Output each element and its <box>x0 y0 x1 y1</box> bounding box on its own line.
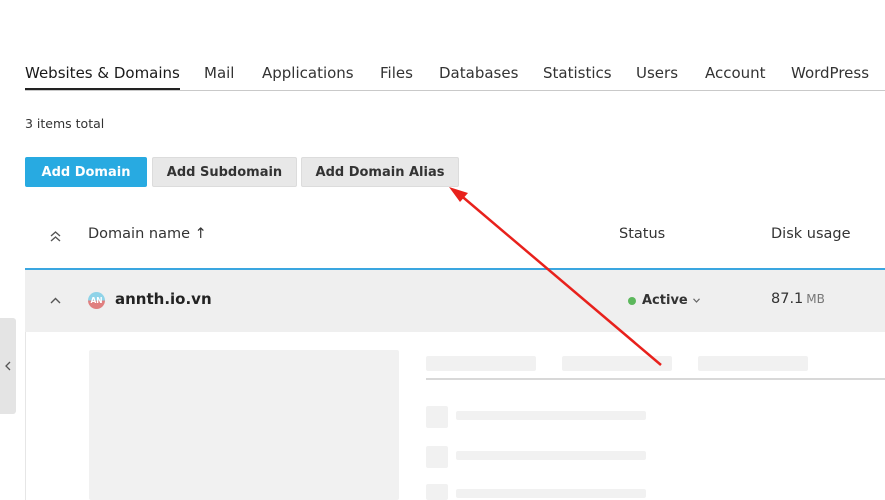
disk-usage-unit: MB <box>806 292 825 306</box>
placeholder-tab <box>562 356 672 371</box>
table-header: Domain name ↑ Status Disk usage <box>25 216 885 256</box>
table-row[interactable]: AN annth.io.vn Active 87.1 MB <box>25 268 885 332</box>
status-dot-icon <box>628 296 636 305</box>
sidebar-toggle[interactable] <box>0 318 16 414</box>
tab-wordpress[interactable]: WordPress <box>791 64 869 89</box>
tab-mail[interactable]: Mail <box>204 64 234 89</box>
status-dropdown[interactable]: Active <box>628 293 700 308</box>
items-count: 3 items total <box>25 116 105 131</box>
tab-applications[interactable]: Applications <box>262 64 354 89</box>
placeholder-tab <box>698 356 808 371</box>
placeholder-line <box>456 451 646 460</box>
tab-account[interactable]: Account <box>705 64 766 89</box>
disk-usage-value: 87.1 <box>771 291 804 307</box>
placeholder-icon <box>426 406 448 428</box>
column-status[interactable]: Status <box>619 226 665 242</box>
chevron-down-icon <box>692 298 700 303</box>
tab-websites-domains[interactable]: Websites & Domains <box>25 64 180 90</box>
collapse-row-icon[interactable] <box>50 297 61 304</box>
status-label: Active <box>642 293 688 308</box>
disk-usage: 87.1 MB <box>771 291 825 307</box>
column-disk-usage[interactable]: Disk usage <box>771 226 851 242</box>
placeholder-tab <box>426 356 536 371</box>
placeholder-card <box>89 350 399 500</box>
add-domain-alias-button[interactable]: Add Domain Alias <box>301 157 459 187</box>
collapse-all-icon[interactable] <box>50 231 61 242</box>
placeholder-icon <box>426 484 448 500</box>
column-domain-name[interactable]: Domain name ↑ <box>88 226 207 242</box>
domain-details-loading <box>25 332 885 500</box>
add-subdomain-button[interactable]: Add Subdomain <box>152 157 297 187</box>
placeholder-icon <box>426 446 448 468</box>
add-domain-button[interactable]: Add Domain <box>25 157 147 187</box>
tab-databases[interactable]: Databases <box>439 64 518 89</box>
placeholder-line <box>456 411 646 420</box>
tab-statistics[interactable]: Statistics <box>543 64 612 89</box>
chevron-left-icon <box>5 361 11 371</box>
main-tabs: Websites & Domains Mail Applications Fil… <box>25 64 885 91</box>
tab-users[interactable]: Users <box>636 64 678 89</box>
domain-avatar: AN <box>88 292 105 309</box>
tab-files[interactable]: Files <box>380 64 413 89</box>
domain-name-link[interactable]: annth.io.vn <box>115 290 212 308</box>
placeholder-divider <box>426 378 885 380</box>
placeholder-line <box>456 489 646 498</box>
